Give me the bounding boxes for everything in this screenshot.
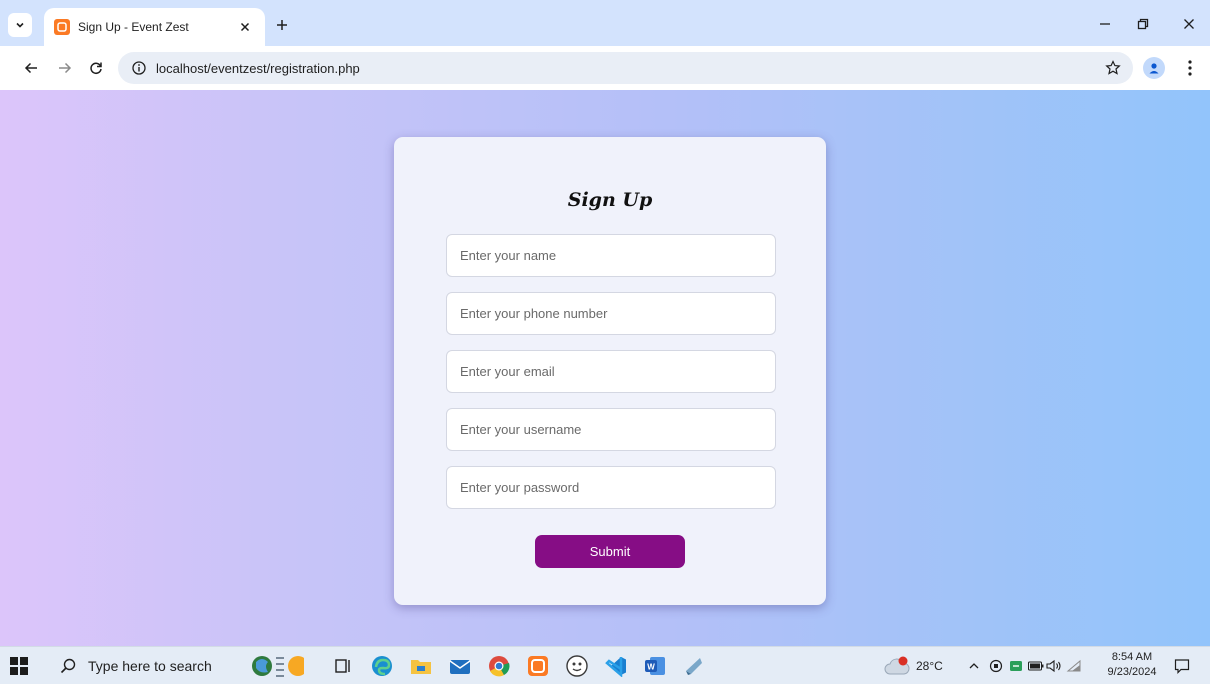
signup-card: Sign Up Submit xyxy=(394,137,826,605)
username-input[interactable] xyxy=(446,408,776,451)
chevron-up-icon[interactable] xyxy=(966,658,982,674)
tray-app-icon[interactable] xyxy=(988,658,1004,674)
page-title: Sign Up xyxy=(567,189,653,211)
profile-avatar-icon[interactable] xyxy=(1143,57,1165,79)
search-icon xyxy=(58,656,78,676)
tab-title: Sign Up - Event Zest xyxy=(78,20,189,34)
windows-start-icon[interactable] xyxy=(10,657,28,675)
forward-arrow-icon[interactable] xyxy=(53,56,77,80)
password-input[interactable] xyxy=(446,466,776,509)
system-clock[interactable]: 8:54 AM 9/23/2024 xyxy=(1100,650,1164,680)
reload-icon[interactable] xyxy=(84,56,108,80)
taskbar: Type here to search W 28°C 8:54 AM 9/23/… xyxy=(0,646,1210,684)
wifi-icon[interactable] xyxy=(1066,658,1082,674)
misc-app-icon[interactable] xyxy=(681,653,707,679)
browser-tab-active[interactable]: Sign Up - Event Zest xyxy=(44,8,265,46)
cloud-icon xyxy=(884,656,910,675)
search-placeholder: Type here to search xyxy=(88,658,212,674)
restore-icon[interactable] xyxy=(1131,12,1155,36)
tray-sync-icon[interactable] xyxy=(1008,658,1024,674)
clock-time: 8:54 AM xyxy=(1111,651,1153,663)
phone-input[interactable] xyxy=(446,292,776,335)
temperature-text: 28°C xyxy=(916,659,943,673)
new-tab-icon[interactable] xyxy=(272,15,292,35)
xampp-icon[interactable] xyxy=(525,653,551,679)
bookmark-star-icon[interactable] xyxy=(1103,58,1123,78)
page-viewport: Sign Up Submit xyxy=(0,90,1210,646)
browser-toolbar: localhost/eventzest/registration.php xyxy=(0,46,1210,90)
word-icon[interactable]: W xyxy=(642,653,668,679)
file-explorer-icon[interactable] xyxy=(408,653,434,679)
task-view-icon[interactable] xyxy=(330,653,356,679)
chrome-icon[interactable] xyxy=(486,653,512,679)
xampp-favicon-icon xyxy=(54,19,70,35)
dev-app-icon[interactable] xyxy=(564,653,590,679)
name-input[interactable] xyxy=(446,234,776,277)
more-menu-icon[interactable] xyxy=(1180,57,1200,79)
info-icon[interactable] xyxy=(130,59,148,77)
tab-search-button[interactable] xyxy=(8,13,32,37)
address-bar[interactable]: localhost/eventzest/registration.php xyxy=(118,52,1133,84)
minimize-icon[interactable] xyxy=(1093,12,1117,36)
email-input[interactable] xyxy=(446,350,776,393)
mail-icon[interactable] xyxy=(447,653,473,679)
tab-close-icon[interactable] xyxy=(235,17,255,37)
taskbar-search[interactable]: Type here to search xyxy=(50,650,250,682)
weather-widget[interactable]: 28°C xyxy=(884,654,943,678)
widgets-icon[interactable] xyxy=(252,653,304,679)
edge-icon[interactable] xyxy=(369,653,395,679)
close-window-icon[interactable] xyxy=(1177,12,1201,36)
vscode-icon[interactable] xyxy=(603,653,629,679)
browser-tab-strip: Sign Up - Event Zest xyxy=(0,0,1210,46)
battery-icon[interactable] xyxy=(1028,658,1044,674)
submit-button[interactable]: Submit xyxy=(535,535,685,568)
address-url: localhost/eventzest/registration.php xyxy=(156,60,360,76)
volume-icon[interactable] xyxy=(1046,658,1062,674)
clock-date: 9/23/2024 xyxy=(1107,666,1157,678)
svg-text:W: W xyxy=(647,663,655,672)
notification-icon[interactable] xyxy=(1172,657,1192,675)
chevron-down-icon xyxy=(16,22,24,28)
back-arrow-icon[interactable] xyxy=(19,56,43,80)
